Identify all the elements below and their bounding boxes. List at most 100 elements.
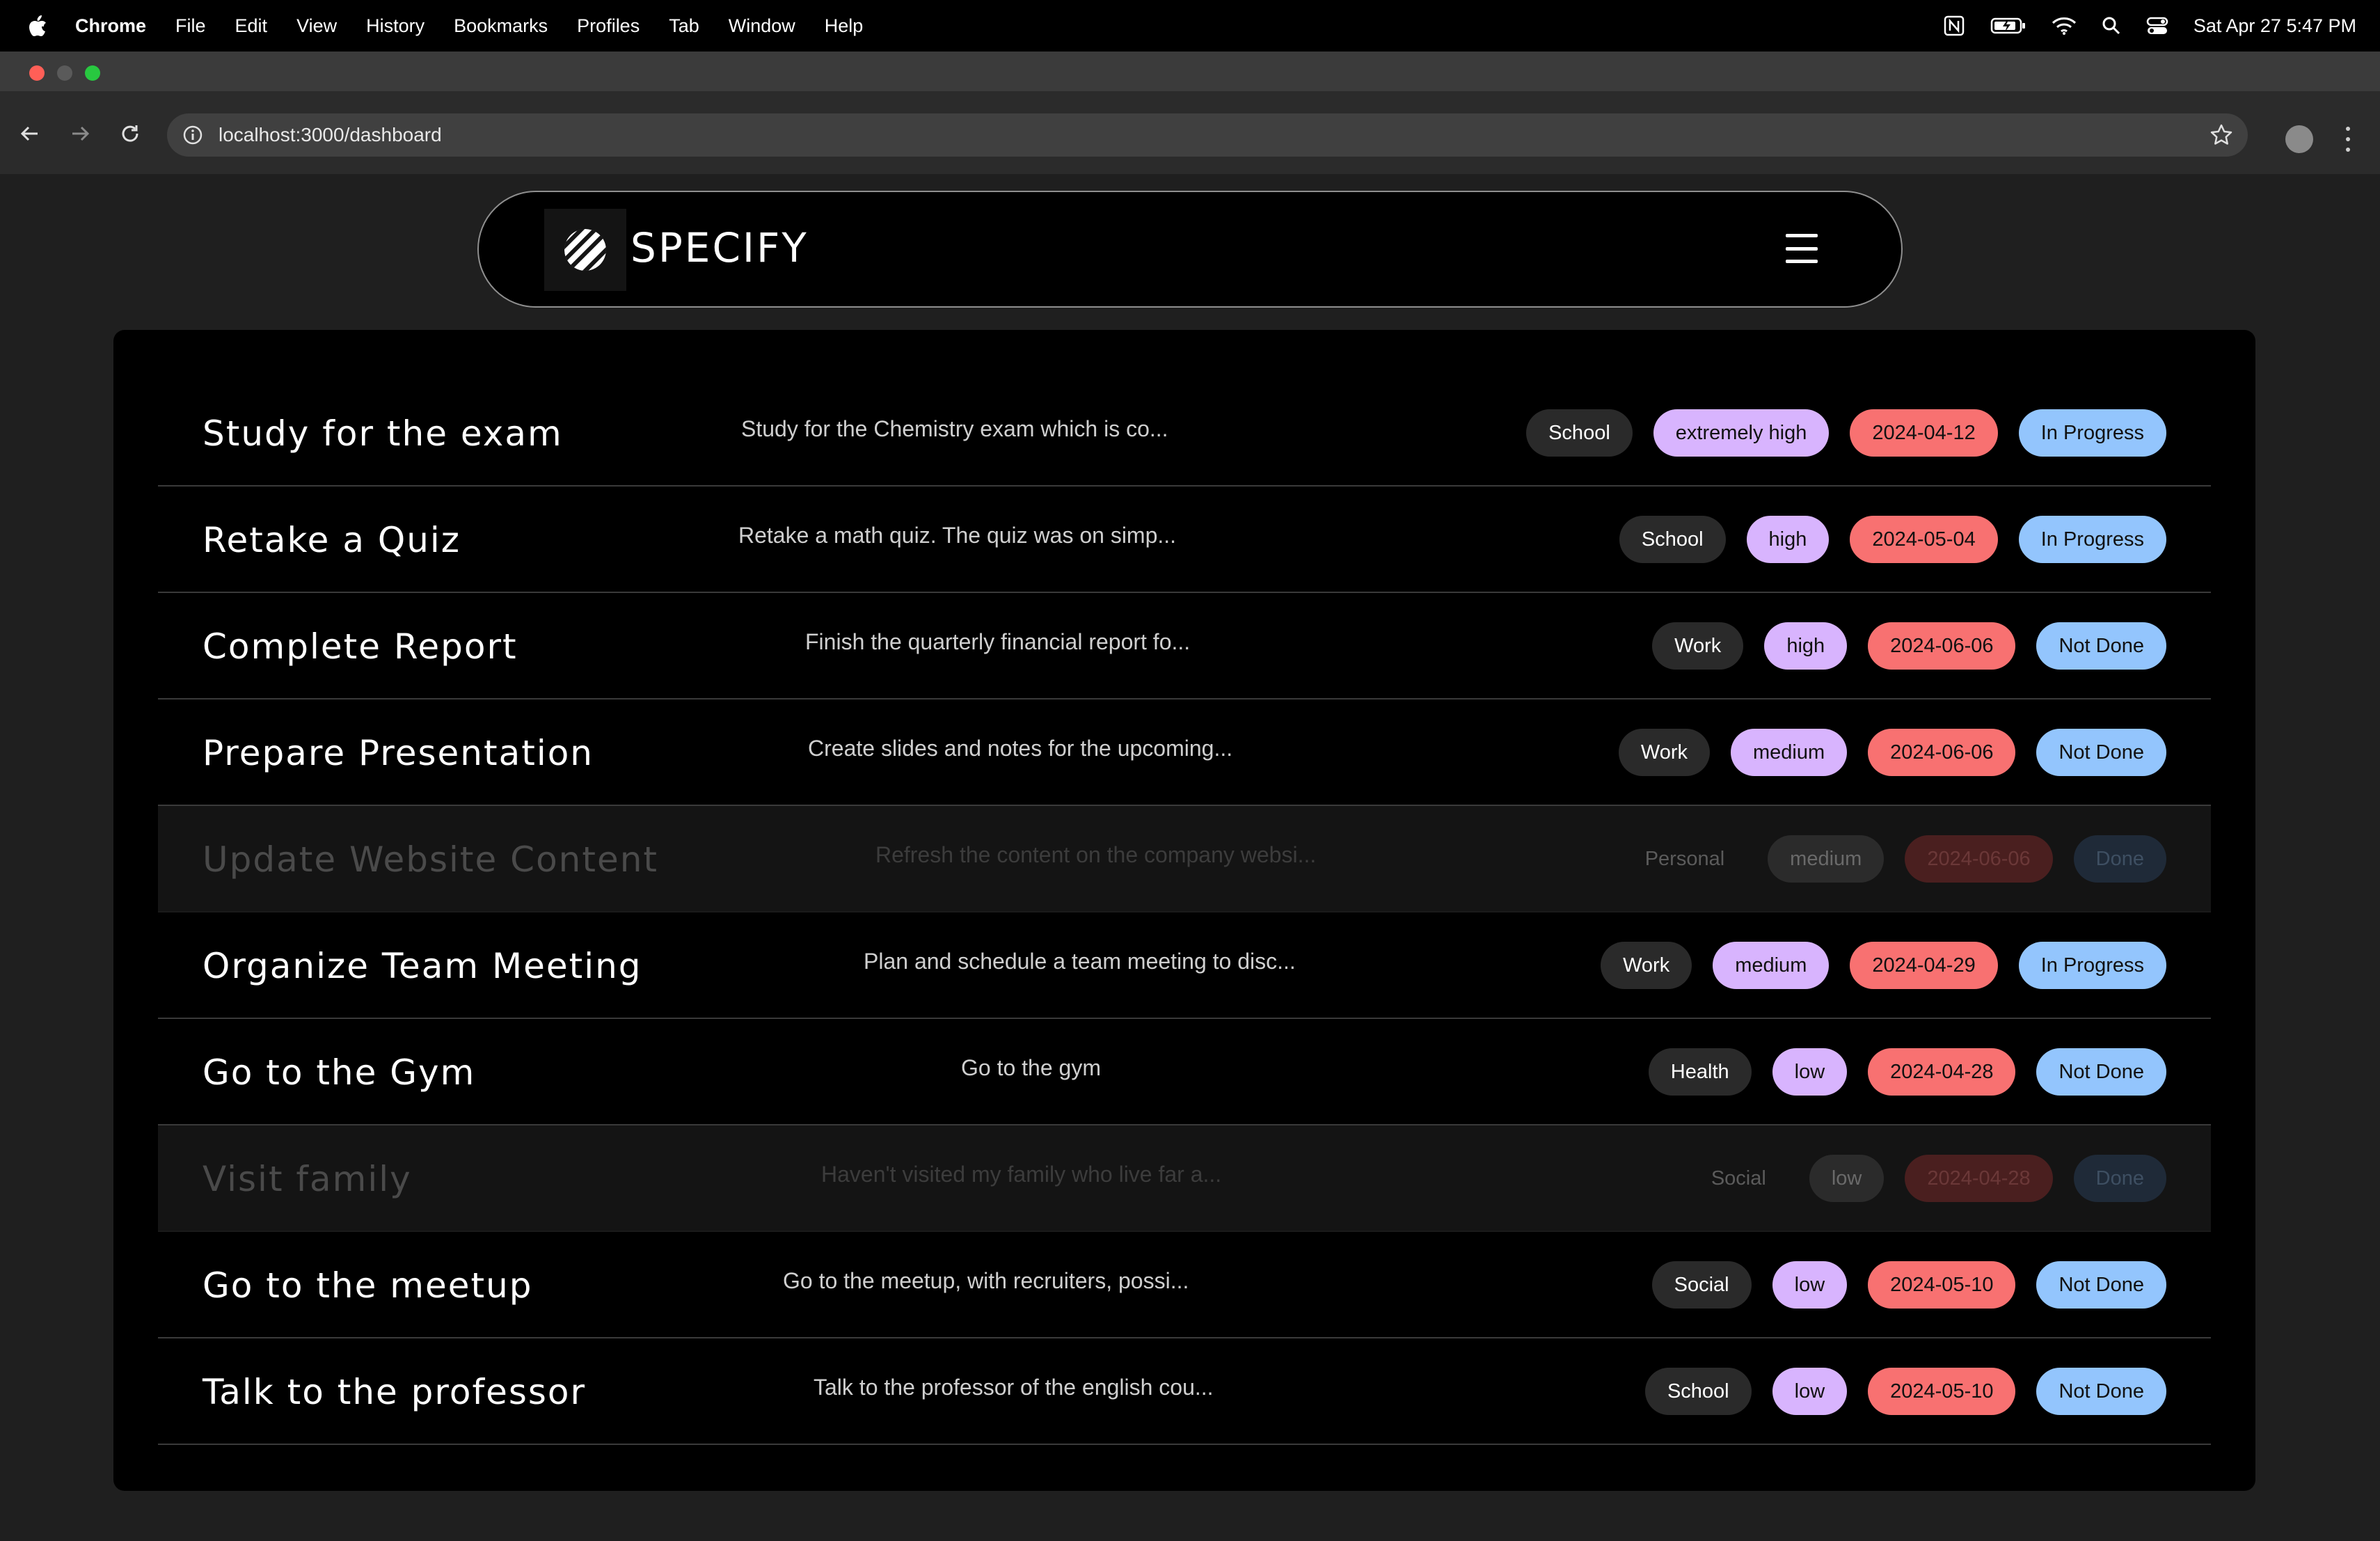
status-badge[interactable]: Done <box>2073 1155 2166 1202</box>
specify-logo-icon[interactable] <box>544 209 626 291</box>
task-title[interactable]: Visit family <box>203 1159 412 1199</box>
task-row[interactable]: Talk to the professor Talk to the profes… <box>158 1338 2211 1445</box>
task-description: Refresh the content on the company websi… <box>875 842 1317 867</box>
priority-badge[interactable]: high <box>1764 622 1848 670</box>
url-text[interactable]: localhost:3000/dashboard <box>219 124 442 146</box>
menu-edit[interactable]: Edit <box>235 15 268 37</box>
category-badge[interactable]: School <box>1526 409 1633 457</box>
task-title[interactable]: Talk to the professor <box>203 1372 586 1412</box>
task-row[interactable]: Go to the Gym Go to the gym Health low 2… <box>158 1019 2211 1125</box>
priority-badge[interactable]: low <box>1772 1048 1848 1096</box>
brand-name[interactable]: SPECIFY <box>630 224 809 271</box>
priority-badge[interactable]: medium <box>1730 729 1848 776</box>
browser-menu-icon[interactable] <box>2341 127 2355 152</box>
due-date-badge[interactable]: 2024-05-10 <box>1868 1368 2016 1415</box>
battery-icon[interactable] <box>1990 16 2026 35</box>
task-description: Haven't visited my family who live far a… <box>821 1162 1222 1187</box>
hamburger-menu-icon[interactable] <box>1786 234 1818 263</box>
category-badge[interactable]: Work <box>1601 942 1692 989</box>
category-badge[interactable]: School <box>1619 516 1726 563</box>
app-navbar: SPECIFY <box>477 191 1903 308</box>
category-badge[interactable]: Health <box>1648 1048 1752 1096</box>
menu-view[interactable]: View <box>296 15 337 37</box>
back-arrow-icon[interactable] <box>14 118 46 150</box>
due-date-badge[interactable]: 2024-04-12 <box>1850 409 1998 457</box>
window-zoom-button[interactable] <box>85 65 100 81</box>
menu-profiles[interactable]: Profiles <box>577 15 640 37</box>
task-title[interactable]: Prepare Presentation <box>203 733 594 773</box>
task-row[interactable]: Update Website Content Refresh the conte… <box>158 806 2211 912</box>
category-badge[interactable]: Work <box>1652 622 1744 670</box>
category-badge[interactable]: Personal <box>1623 835 1747 883</box>
priority-badge[interactable]: medium <box>1768 835 1885 883</box>
due-date-badge[interactable]: 2024-05-10 <box>1868 1261 2016 1309</box>
apple-logo-icon[interactable] <box>28 15 47 37</box>
task-list: Study for the exam Study for the Chemist… <box>158 380 2211 1445</box>
task-row[interactable]: Prepare Presentation Create slides and n… <box>158 700 2211 806</box>
window-close-button[interactable] <box>29 65 45 81</box>
task-title[interactable]: Retake a Quiz <box>203 520 461 560</box>
due-date-badge[interactable]: 2024-04-28 <box>1905 1155 2053 1202</box>
menu-tab[interactable]: Tab <box>669 15 699 37</box>
category-badge[interactable]: Social <box>1689 1155 1788 1202</box>
task-title[interactable]: Go to the meetup <box>203 1265 533 1306</box>
menu-file[interactable]: File <box>175 15 206 37</box>
wifi-icon[interactable] <box>2052 16 2077 35</box>
menubar-clock[interactable]: Sat Apr 27 5:47 PM <box>2193 15 2356 37</box>
priority-badge[interactable]: low <box>1772 1261 1848 1309</box>
task-title[interactable]: Update Website Content <box>203 839 658 880</box>
status-badge[interactable]: In Progress <box>2018 516 2166 563</box>
reload-icon[interactable] <box>114 118 146 150</box>
category-badge[interactable]: Social <box>1651 1261 1752 1309</box>
bookmark-star-icon[interactable] <box>2209 123 2234 151</box>
task-row[interactable]: Complete Report Finish the quarterly fin… <box>158 593 2211 700</box>
due-date-badge[interactable]: 2024-05-04 <box>1850 516 1998 563</box>
priority-badge[interactable]: low <box>1809 1155 1885 1202</box>
task-title[interactable]: Study for the exam <box>203 413 563 454</box>
status-badge[interactable]: Done <box>2073 835 2166 883</box>
due-date-badge[interactable]: 2024-06-06 <box>1868 729 2016 776</box>
status-badge[interactable]: In Progress <box>2018 409 2166 457</box>
status-badge[interactable]: Not Done <box>2036 1048 2166 1096</box>
menu-history[interactable]: History <box>366 15 425 37</box>
task-row[interactable]: Organize Team Meeting Plan and schedule … <box>158 912 2211 1019</box>
menu-help[interactable]: Help <box>825 15 864 37</box>
site-info-icon[interactable] <box>181 123 205 147</box>
status-badge[interactable]: In Progress <box>2018 942 2166 989</box>
task-row[interactable]: Study for the exam Study for the Chemist… <box>158 380 2211 487</box>
task-description: Finish the quarterly financial report fo… <box>805 629 1191 654</box>
status-badge[interactable]: Not Done <box>2036 1261 2166 1309</box>
due-date-badge[interactable]: 2024-06-06 <box>1905 835 2053 883</box>
menubar-status-area: Sat Apr 27 5:47 PM <box>1943 0 2356 52</box>
category-badge[interactable]: School <box>1644 1368 1752 1415</box>
status-badge[interactable]: Not Done <box>2036 622 2166 670</box>
notion-icon[interactable] <box>1943 15 1965 37</box>
task-row[interactable]: Retake a Quiz Retake a math quiz. The qu… <box>158 487 2211 593</box>
due-date-badge[interactable]: 2024-04-29 <box>1850 942 1998 989</box>
priority-badge[interactable]: extremely high <box>1653 409 1830 457</box>
due-date-badge[interactable]: 2024-06-06 <box>1868 622 2016 670</box>
task-title[interactable]: Organize Team Meeting <box>203 946 642 986</box>
profile-avatar[interactable] <box>2285 125 2313 153</box>
priority-badge[interactable]: low <box>1772 1368 1848 1415</box>
address-bar[interactable]: localhost:3000/dashboard <box>167 113 2248 157</box>
spotlight-search-icon[interactable] <box>2102 16 2121 35</box>
task-row[interactable]: Visit family Haven't visited my family w… <box>158 1125 2211 1232</box>
window-minimize-button[interactable] <box>57 65 72 81</box>
task-description: Retake a math quiz. The quiz was on simp… <box>738 523 1177 548</box>
task-tags: Work medium 2024-06-06 Not Done <box>1618 729 2166 776</box>
menu-window[interactable]: Window <box>729 15 795 37</box>
menu-app-name[interactable]: Chrome <box>75 15 146 37</box>
menu-bookmarks[interactable]: Bookmarks <box>454 15 548 37</box>
control-center-icon[interactable] <box>2146 16 2168 35</box>
due-date-badge[interactable]: 2024-04-28 <box>1868 1048 2016 1096</box>
priority-badge[interactable]: high <box>1746 516 1830 563</box>
status-badge[interactable]: Not Done <box>2036 729 2166 776</box>
priority-badge[interactable]: medium <box>1713 942 1830 989</box>
task-row[interactable]: Go to the meetup Go to the meetup, with … <box>158 1232 2211 1338</box>
task-title[interactable]: Complete Report <box>203 626 518 667</box>
status-badge[interactable]: Not Done <box>2036 1368 2166 1415</box>
category-badge[interactable]: Work <box>1618 729 1710 776</box>
task-title[interactable]: Go to the Gym <box>203 1052 475 1093</box>
forward-arrow-icon[interactable] <box>64 118 96 150</box>
